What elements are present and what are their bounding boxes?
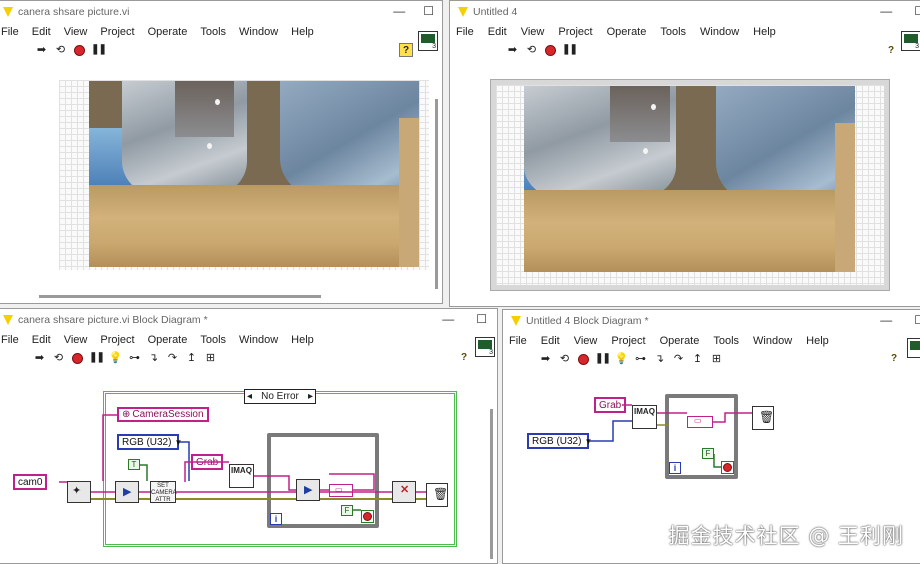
photo-shirt-button <box>651 104 656 110</box>
camera-image-display[interactable] <box>524 86 855 272</box>
front-panel-window-2: Untitled 4 — ☐ File Edit View Project Op… <box>449 0 920 307</box>
watermark: 掘金技术社区 @ 王利刚 <box>668 524 904 548</box>
help-icon[interactable]: ? <box>399 43 413 57</box>
maximize-icon[interactable]: ☐ <box>914 4 920 18</box>
labview-icon <box>3 7 13 17</box>
image-wire <box>657 412 752 423</box>
menu-project[interactable]: Project <box>100 26 134 38</box>
menu-view[interactable]: View <box>64 26 88 38</box>
pause-icon[interactable]: ❚❚ <box>91 44 107 57</box>
minimize-icon[interactable]: — <box>393 4 405 18</box>
connector-pane-icon[interactable] <box>418 31 438 51</box>
menu-operate[interactable]: Operate <box>148 26 188 38</box>
menu-file[interactable]: File <box>456 26 474 38</box>
help-icon[interactable]: ? <box>884 43 898 57</box>
photo-arm <box>174 81 235 137</box>
camera-image-display[interactable] <box>89 81 419 267</box>
maximize-icon[interactable]: ☐ <box>423 4 434 18</box>
block-diagram-window-1: canera shsare picture.vi Block Diagram *… <box>0 308 498 564</box>
menu-operate[interactable]: Operate <box>607 26 647 38</box>
toolbar: ➡ ⟲ ❚❚ <box>450 41 920 59</box>
minimize-icon[interactable]: — <box>880 4 892 18</box>
toolbar: ➡ ⟲ ❚❚ <box>0 41 442 59</box>
menu-tools[interactable]: Tools <box>200 26 226 38</box>
run-arrow-icon[interactable]: ➡ <box>506 44 519 57</box>
run-continuous-icon[interactable]: ⟲ <box>54 44 67 57</box>
menu-view[interactable]: View <box>521 26 545 38</box>
menu-tools[interactable]: Tools <box>660 26 686 38</box>
stop-icon <box>545 44 556 56</box>
menu-edit[interactable]: Edit <box>32 26 51 38</box>
stop-icon <box>74 44 85 56</box>
photo-arm <box>610 86 670 142</box>
camera-session-wire <box>102 414 117 481</box>
menu-bar: File Edit View Project Operate Tools Win… <box>450 23 920 41</box>
menu-help[interactable]: Help <box>291 26 314 38</box>
photo-chair <box>835 123 855 272</box>
title-bar[interactable]: canera shsare picture.vi — ☐ <box>0 1 442 23</box>
photo-table <box>89 185 419 267</box>
photo-table <box>524 190 855 272</box>
vertical-scrollbar[interactable] <box>435 99 438 289</box>
rgb-wire <box>589 420 632 442</box>
abort-button[interactable] <box>544 44 557 57</box>
menu-window[interactable]: Window <box>700 26 739 38</box>
photo-shirt-button <box>215 99 220 105</box>
true-wire <box>140 464 148 481</box>
menu-project[interactable]: Project <box>558 26 592 38</box>
horizontal-scrollbar[interactable] <box>39 295 321 298</box>
menu-help[interactable]: Help <box>753 26 776 38</box>
labview-icon <box>458 7 468 17</box>
menu-bar: File Edit View Project Operate Tools Win… <box>0 23 442 41</box>
abort-button[interactable] <box>73 44 86 57</box>
front-panel-window-1: canera shsare picture.vi — ☐ File Edit V… <box>0 0 443 304</box>
window-title: canera shsare picture.vi <box>18 6 130 18</box>
grab-wire <box>184 461 229 482</box>
photo-jeans <box>280 81 419 201</box>
title-bar[interactable]: Untitled 4 — ☐ <box>450 1 920 23</box>
connector-pane-icon[interactable] <box>901 31 920 51</box>
pause-icon[interactable]: ❚❚ <box>562 44 578 57</box>
photo-shirt-button <box>643 148 648 154</box>
photo-chair <box>399 118 419 267</box>
image-wire <box>254 473 375 491</box>
menu-window[interactable]: Window <box>239 26 278 38</box>
photo-jeans <box>715 86 855 206</box>
false-wire <box>713 454 721 468</box>
menu-edit[interactable]: Edit <box>488 26 507 38</box>
photo-shirt-button <box>207 143 212 149</box>
run-arrow-icon[interactable]: ➡ <box>35 44 48 57</box>
window-title: Untitled 4 <box>473 6 518 18</box>
run-continuous-icon[interactable]: ⟲ <box>525 44 538 57</box>
menu-file[interactable]: File <box>1 26 19 38</box>
wires-layer <box>59 414 426 511</box>
